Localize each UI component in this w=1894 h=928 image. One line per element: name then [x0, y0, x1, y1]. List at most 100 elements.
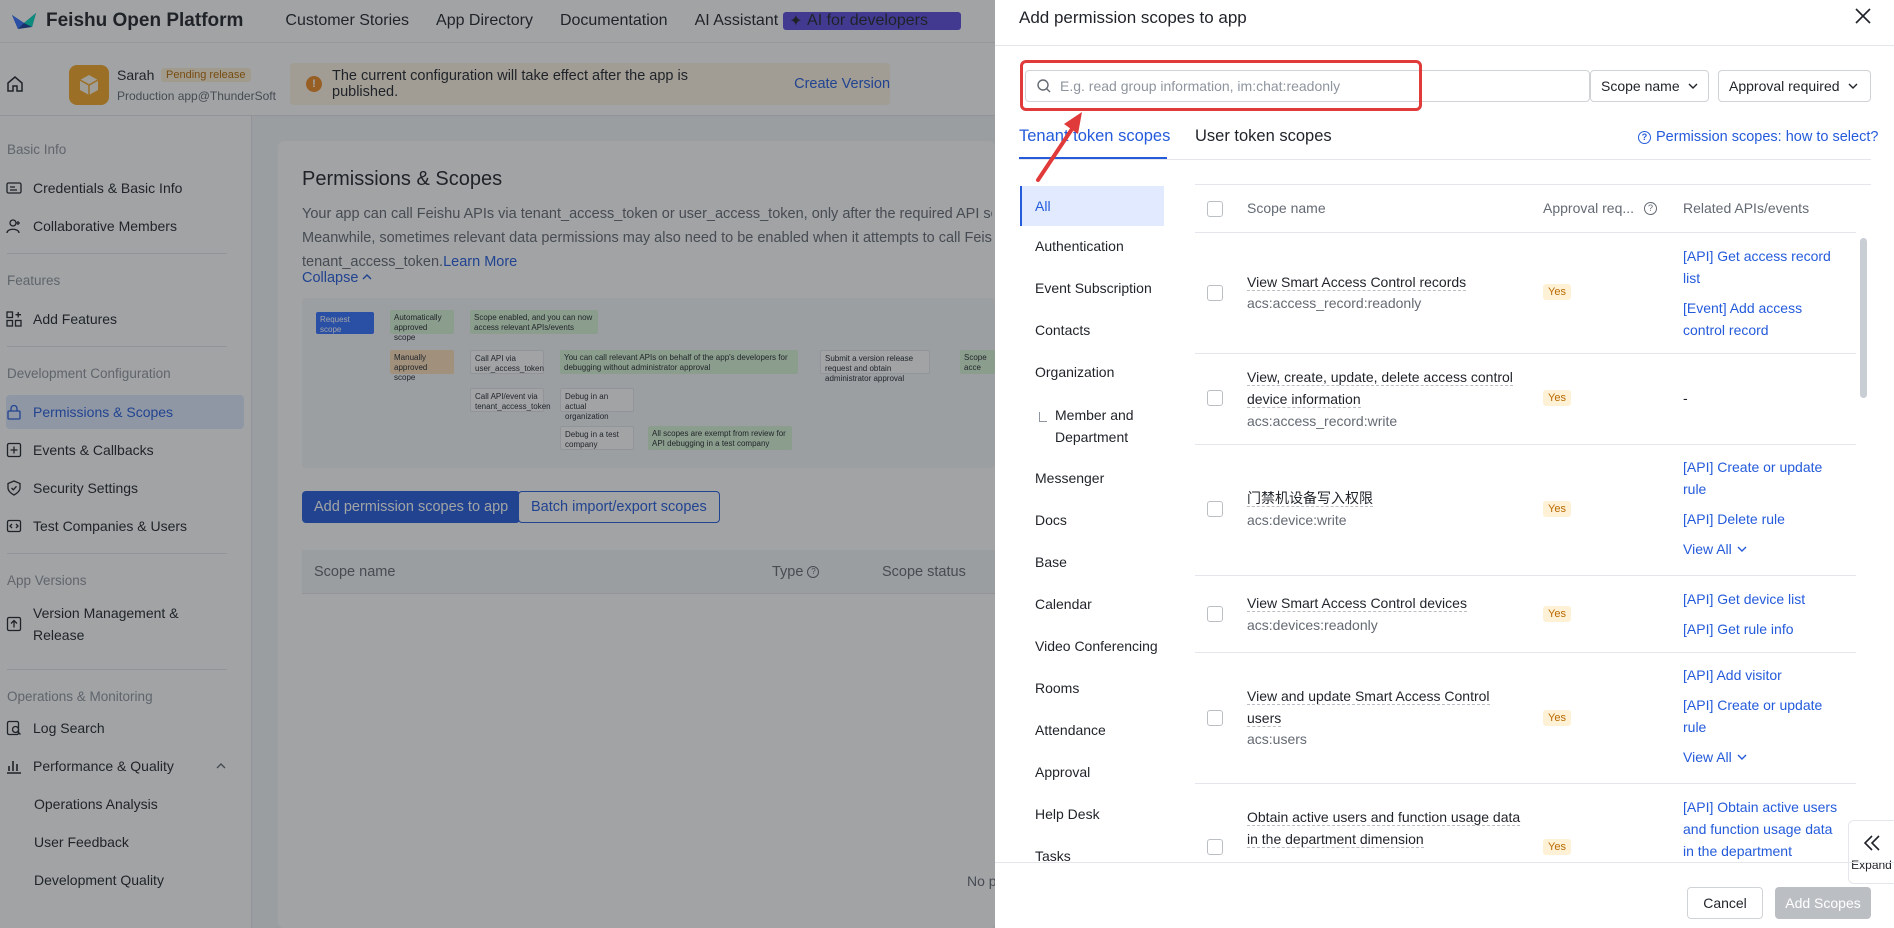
table-row: Obtain active users and function usage d…	[995, 784, 1894, 862]
api-link-line2: rule	[1683, 481, 1707, 497]
approval-badge: Yes	[1543, 606, 1571, 622]
category-calendar[interactable]: Calendar	[1020, 596, 1164, 612]
approval-required-filter[interactable]: Approval required	[1718, 70, 1871, 102]
approval-badge: Yes	[1543, 839, 1571, 855]
row-checkbox[interactable]	[1207, 606, 1223, 622]
scope-name: Obtain active users and function usage d…	[1247, 806, 1521, 850]
drawer-footer-divider	[995, 862, 1894, 863]
expand-label: Expand	[1851, 858, 1892, 872]
view-all-label: View All	[1683, 541, 1732, 557]
tree-branch-icon	[1039, 412, 1047, 422]
approval-badge: Yes	[1543, 284, 1571, 300]
api-link[interactable]: [API] Get rule info	[1683, 618, 1794, 640]
api-link[interactable]: [API] Obtain active users and function us…	[1683, 799, 1837, 859]
api-link-line1: [API] Obtain active users	[1683, 799, 1838, 815]
scope-name-line1: Obtain active users and function usage d…	[1247, 809, 1521, 826]
select-all-checkbox[interactable]	[1207, 201, 1223, 217]
scope-name: View Smart Access Control records	[1247, 271, 1467, 293]
chevron-down-icon	[1688, 83, 1698, 89]
category-rooms[interactable]: Rooms	[1020, 680, 1164, 696]
row-divider	[1195, 232, 1856, 233]
category-attendance[interactable]: Attendance	[1020, 722, 1164, 738]
api-link[interactable]: [API] Delete rule	[1683, 508, 1785, 530]
api-link-line1: [API] Get access record	[1683, 248, 1831, 264]
double-chevron-left-icon	[1863, 835, 1880, 851]
cancel-button[interactable]: Cancel	[1687, 887, 1763, 919]
modal-overlay[interactable]	[0, 0, 995, 928]
api-link-line2: list	[1683, 270, 1701, 286]
category-member-department[interactable]: Member and Department	[1020, 404, 1164, 448]
scope-name: View Smart Access Control devices	[1247, 592, 1467, 614]
table-scrollbar[interactable]	[1860, 238, 1867, 398]
api-link[interactable]: [API] Get device list	[1683, 591, 1805, 607]
api-link-line2: rule	[1683, 719, 1707, 735]
chevron-down-icon	[1737, 754, 1747, 760]
tabs-divider	[1019, 159, 1871, 160]
search-highlight-annotation	[1020, 60, 1422, 111]
category-label-line2: Department	[1055, 429, 1129, 445]
approval-badge: Yes	[1543, 390, 1571, 406]
add-scopes-button[interactable]: Add Scopes	[1775, 887, 1871, 919]
api-link[interactable]: [API] Create or update rule	[1683, 694, 1822, 738]
row-divider	[1195, 353, 1856, 354]
view-all-link[interactable]: View All	[1683, 746, 1747, 768]
view-all-link[interactable]: View All	[1683, 538, 1747, 560]
row-checkbox[interactable]	[1207, 710, 1223, 726]
help-icon[interactable]: ?	[1644, 201, 1658, 215]
row-checkbox[interactable]	[1207, 390, 1223, 406]
filter-label: Approval required	[1729, 78, 1840, 94]
scope-name-line2: device information	[1247, 391, 1361, 408]
category-contacts[interactable]: Contacts	[1020, 322, 1164, 338]
scope-key: acs:access_record:write	[1247, 413, 1398, 429]
close-icon[interactable]	[1852, 5, 1874, 27]
event-link[interactable]: [Event] Add access control record	[1683, 297, 1802, 341]
scope-key: acs:access_record:readonly	[1247, 295, 1422, 311]
filter-label: Scope name	[1601, 78, 1680, 94]
tab-user-token-scopes[interactable]: User token scopes	[1195, 127, 1332, 146]
red-arrow-annotation	[1036, 112, 1082, 182]
category-label-line1: Member and	[1055, 407, 1134, 423]
col-approval-label: Approval req...	[1543, 200, 1635, 216]
category-docs[interactable]: Docs	[1020, 512, 1164, 528]
approval-badge: Yes	[1543, 501, 1571, 517]
table-top-border	[1195, 184, 1871, 185]
api-link-line3: in the department	[1683, 843, 1792, 859]
drawer-header-divider	[995, 45, 1894, 46]
category-authentication[interactable]: Authentication	[1020, 238, 1164, 254]
category-all[interactable]: All	[1020, 186, 1164, 226]
api-link[interactable]: [API] Create or update rule	[1683, 459, 1822, 497]
row-checkbox[interactable]	[1207, 501, 1223, 517]
col-related-apis: Related APIs/events	[1683, 200, 1810, 216]
api-link-line1: [API] Create or update	[1683, 459, 1823, 475]
scope-name-filter[interactable]: Scope name	[1590, 70, 1709, 102]
scope-name-line1: View and update Smart Access Control	[1247, 688, 1490, 705]
row-divider	[1195, 652, 1856, 653]
related-apis: [API] Obtain active users and function us…	[1683, 796, 1843, 862]
scope-name: View and update Smart Access Control user…	[1247, 685, 1490, 729]
related-apis-empty: -	[1683, 390, 1688, 406]
category-approval[interactable]: Approval	[1020, 764, 1164, 780]
category-event-subscription[interactable]: Event Subscription	[1020, 280, 1164, 296]
scope-name-line1: View, create, update, delete access cont…	[1247, 369, 1513, 386]
expand-panel-button[interactable]: Expand	[1848, 820, 1894, 884]
related-apis: [API] Add visitor [API] Create or update…	[1683, 664, 1843, 768]
api-link-line1: [API] Create or update	[1683, 697, 1823, 713]
scope-name-text: View Smart Access Control records	[1247, 274, 1467, 291]
row-checkbox[interactable]	[1207, 839, 1223, 855]
category-base[interactable]: Base	[1020, 554, 1164, 570]
chevron-down-icon	[1848, 83, 1858, 89]
related-apis: [API] Get access record list [Event] Add …	[1683, 245, 1843, 341]
category-organization[interactable]: Organization	[1020, 364, 1164, 380]
drawer-title: Add permission scopes to app	[1019, 8, 1247, 27]
scope-key: acs:device:write	[1247, 512, 1347, 528]
api-link[interactable]: [API] Add visitor	[1683, 667, 1782, 683]
scope-help-link[interactable]: ? Permission scopes: how to select?	[1638, 129, 1878, 145]
scope-name-line2: users	[1247, 710, 1282, 727]
api-link[interactable]: [API] Get access record list	[1683, 248, 1831, 286]
related-apis: [API] Get device list [API] Get rule inf…	[1683, 588, 1843, 640]
row-checkbox[interactable]	[1207, 285, 1223, 301]
row-divider	[1195, 575, 1856, 576]
category-messenger[interactable]: Messenger	[1020, 470, 1164, 486]
col-scope-name: Scope name	[1247, 200, 1326, 216]
category-video-conferencing[interactable]: Video Conferencing	[1020, 638, 1164, 654]
